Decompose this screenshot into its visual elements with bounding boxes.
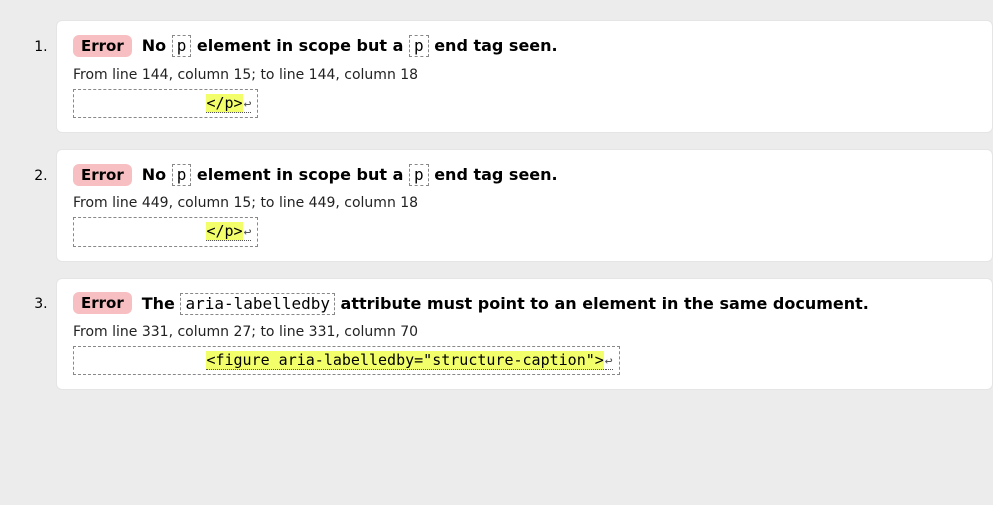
message-text: No p element in scope but a p end tag se… [142, 33, 558, 59]
list-item: Error No p element in scope but a p end … [52, 20, 993, 133]
message-box: Error No p element in scope but a p end … [56, 149, 993, 262]
newline-icon: ↩ [244, 225, 252, 241]
error-badge: Error [73, 35, 132, 57]
error-badge: Error [73, 164, 132, 186]
location-text: From line 449, column 15; to line 449, c… [73, 195, 976, 211]
code-token: p [409, 164, 429, 186]
code-extract: </p>↩ [73, 217, 258, 246]
message-box: Error The aria-labelledby attribute must… [56, 278, 993, 391]
list-item: Error No p element in scope but a p end … [52, 149, 993, 262]
newline-icon: ↩ [605, 354, 613, 370]
code-token: p [409, 35, 429, 57]
highlight: </p> [206, 94, 242, 113]
message-header: Error No p element in scope but a p end … [73, 162, 976, 188]
validation-messages: Error No p element in scope but a p end … [0, 20, 993, 390]
highlight: <figure aria-labelledby="structure-capti… [206, 351, 603, 370]
location-text: From line 144, column 15; to line 144, c… [73, 67, 976, 83]
message-text: No p element in scope but a p end tag se… [142, 162, 558, 188]
code-token: p [172, 164, 192, 186]
message-header: Error No p element in scope but a p end … [73, 33, 976, 59]
list-item: Error The aria-labelledby attribute must… [52, 278, 993, 391]
message-box: Error No p element in scope but a p end … [56, 20, 993, 133]
code-extract: <figure aria-labelledby="structure-capti… [73, 346, 620, 375]
code-token: p [172, 35, 192, 57]
code-extract: </p>↩ [73, 89, 258, 118]
message-header: Error The aria-labelledby attribute must… [73, 291, 976, 317]
newline-icon: ↩ [244, 97, 252, 113]
code-token: aria-labelledby [180, 293, 335, 315]
location-text: From line 331, column 27; to line 331, c… [73, 324, 976, 340]
error-badge: Error [73, 292, 132, 314]
highlight: </p> [206, 222, 242, 241]
message-text: The aria-labelledby attribute must point… [142, 291, 869, 317]
